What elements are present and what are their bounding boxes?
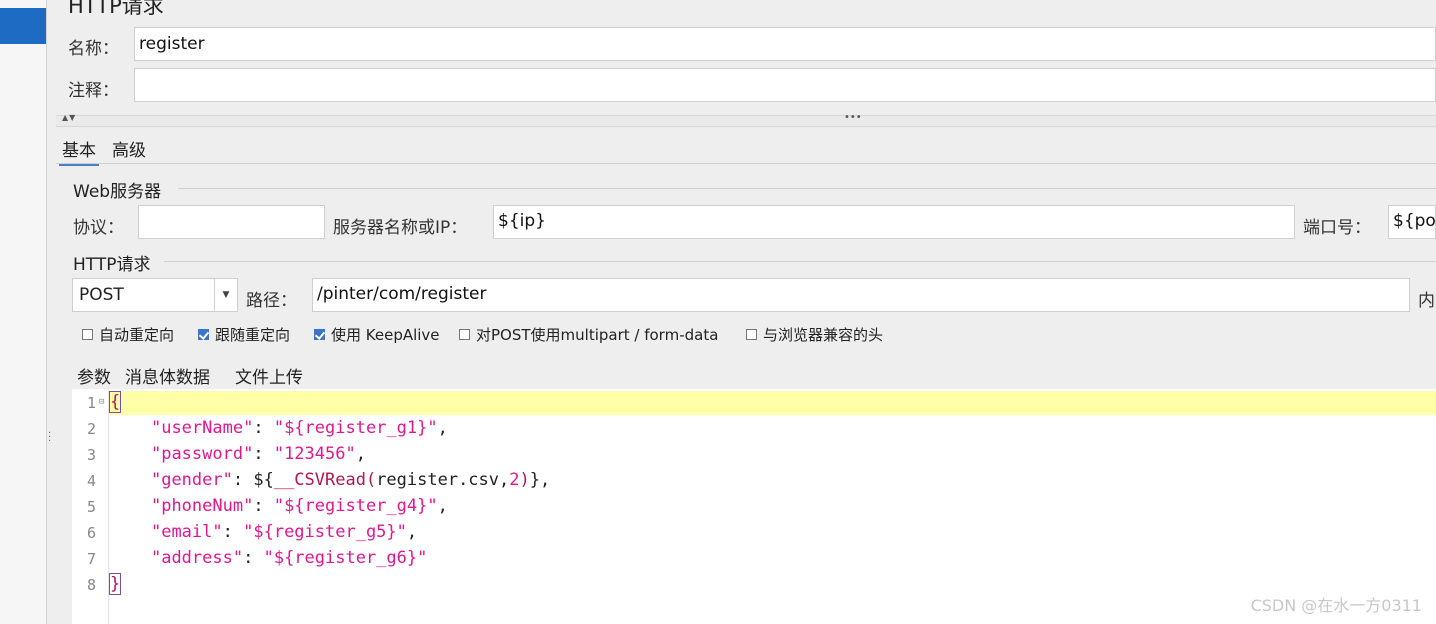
path-input[interactable]: /pinter/com/register [312,278,1410,312]
multipart-label: 对POST使用multipart / form-data [476,326,719,344]
close-brace: } [108,573,122,595]
tab-advanced[interactable]: 高级 [109,134,149,163]
csv-column-arg: 2 [509,470,520,490]
checkbox-unchecked-icon[interactable] [746,329,757,340]
keepalive-label: 使用 KeepAlive [331,326,440,344]
follow-redirect-checkbox[interactable]: 跟随重定向 [198,324,290,345]
web-server-title: Web服务器 [73,182,162,202]
follow-redirect-label: 跟随重定向 [215,326,291,344]
line-number: 4 [86,472,96,490]
code-line: } [108,573,122,595]
line-number: 5 [86,498,96,516]
web-server-divider [178,188,1436,189]
json-value: "${register_g5}" [243,522,407,542]
code-line: "gender": ${__CSVRead(register.csv,2)}, [150,470,551,490]
path-label: 路径： [246,291,297,311]
protocol-input[interactable] [138,205,325,239]
current-line-highlight [109,391,1436,415]
checkbox-checked-icon[interactable] [314,329,325,340]
json-key-gender: "gender" [150,470,233,490]
fold-icon[interactable]: ⊟ [99,397,104,407]
json-key-email: "email" [150,522,223,542]
json-value: "${register_g6}" [263,548,428,568]
json-key-username: "userName" [150,418,254,438]
body-data-editor[interactable]: 1 ⊟ 2 3 4 5 6 7 8 { "userName": "${regis… [72,389,1436,624]
comment-label: 注释： [68,81,119,101]
line-number: 7 [86,550,96,568]
tab-file-upload[interactable]: 文件上传 [232,361,306,390]
json-value: "123456" [273,444,356,464]
content-encoding-label: 内 [1418,291,1435,311]
code-line: "userName": "${register_g1}", [150,418,448,438]
line-number: 3 [86,446,96,464]
panel-splitter[interactable]: ▲▼ ••• [56,112,1436,127]
tab-basic[interactable]: 基本 [59,134,99,166]
name-input[interactable]: register [134,27,1436,61]
watermark: CSDN @在水一方0311 [1250,596,1422,615]
json-key-address: "address" [150,548,244,568]
line-number: 8 [86,576,96,594]
http-request-title: HTTP请求 [73,255,151,275]
panel-title: HTTP请求 [68,0,164,18]
json-value: "${register_g1}" [273,418,438,438]
code-line: "password": "123456", [150,444,366,464]
port-input[interactable]: ${por [1388,205,1436,239]
server-input[interactable]: ${ip} [493,205,1295,239]
keepalive-checkbox[interactable]: 使用 KeepAlive [314,324,440,345]
line-number: 1 [86,394,96,412]
multipart-checkbox[interactable]: 对POST使用multipart / form-data [459,324,718,345]
auto-redirect-checkbox[interactable]: 自动重定向 [82,324,174,345]
checkbox-unchecked-icon[interactable] [459,329,470,340]
port-label: 端口号： [1303,218,1371,238]
line-number-gutter: 1 ⊟ 2 3 4 5 6 7 8 [72,389,109,624]
line-number: 6 [86,524,96,542]
server-label: 服务器名称或IP： [333,218,468,238]
browser-headers-checkbox[interactable]: 与浏览器兼容的头 [746,324,883,345]
chevron-down-icon[interactable]: ▼ [214,279,237,311]
open-brace: { [108,391,122,413]
selected-tree-node[interactable] [0,8,46,44]
browser-headers-label: 与浏览器兼容的头 [763,326,884,344]
json-key-phonenum: "phoneNum" [150,496,254,516]
line-number: 2 [86,420,96,438]
http-request-divider [164,261,1436,262]
name-label: 名称： [68,39,119,59]
protocol-label: 协议： [73,218,124,238]
checkbox-unchecked-icon[interactable] [82,329,93,340]
json-value: "${register_g4}" [273,496,438,516]
tab-divider [56,163,1436,164]
json-key-password: "password" [150,444,254,464]
code-line: "email": "${register_g5}", [150,522,418,542]
splitter-grip-icon[interactable]: ••• [844,112,862,123]
csv-file-arg: register.csv [376,470,500,490]
auto-redirect-label: 自动重定向 [99,326,175,344]
comment-input[interactable] [134,68,1436,102]
splitter-grip-icon[interactable]: · · · [48,429,51,447]
method-select-value: POST [79,285,124,305]
test-plan-tree-panel [0,0,47,624]
collapse-arrows-icon[interactable]: ▲▼ [62,113,76,122]
checkbox-checked-icon[interactable] [198,329,209,340]
code-line: { [108,391,122,413]
method-select[interactable]: POST ▼ [72,278,238,312]
code-line: "phoneNum": "${register_g4}", [150,496,448,516]
code-line: "address": "${register_g6}" [150,548,428,568]
tab-parameters[interactable]: 参数 [74,361,114,390]
http-request-panel: HTTP请求 名称： register 注释： ▲▼ ••• 基本 高级 Web… [56,0,1436,624]
